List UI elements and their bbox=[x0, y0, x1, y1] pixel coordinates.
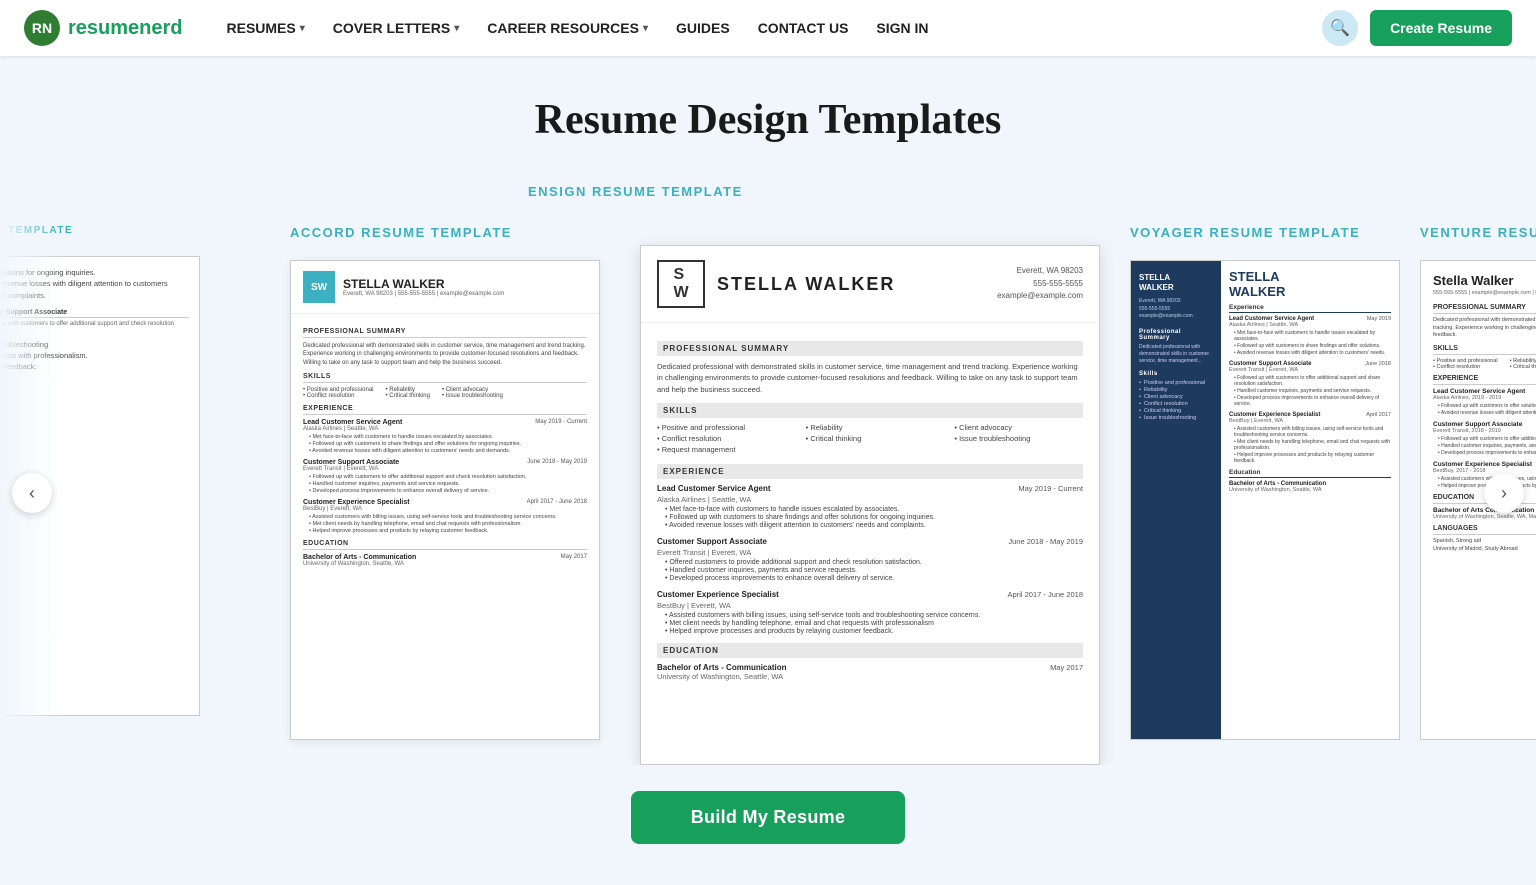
build-resume-button[interactable]: Build My Resume bbox=[631, 791, 906, 844]
chevron-down-icon: ▾ bbox=[643, 23, 648, 34]
ensign-monogram: SW bbox=[657, 260, 705, 308]
accord-monogram: SW bbox=[303, 271, 335, 303]
navbar: RN resumenerd RESUMES ▾ COVER LETTERS ▾ … bbox=[0, 0, 1536, 56]
ensign-body: PROFESSIONAL SUMMARY Dedicated professio… bbox=[641, 323, 1099, 691]
left-partial-label: TEMPLATE bbox=[0, 225, 280, 248]
ensign-template-section[interactable]: SW STELLA WALKER Everett, WA 98203555-55… bbox=[620, 221, 1120, 765]
search-button[interactable]: 🔍 bbox=[1322, 10, 1358, 46]
chevron-down-icon: ▾ bbox=[454, 23, 459, 34]
voyager-main: STELLAWALKER Experience Lead Customer Se… bbox=[1221, 261, 1399, 739]
ensign-label: ENSIGN RESUME TEMPLATE bbox=[528, 184, 1028, 211]
ensign-contact: Everett, WA 98203555-555-5555example@exa… bbox=[997, 265, 1083, 303]
left-partial-template: TEMPLATE ...offer solutions for ongoing … bbox=[0, 221, 280, 716]
search-icon: 🔍 bbox=[1330, 18, 1350, 38]
nav-item-signin[interactable]: SIGN IN bbox=[864, 12, 940, 44]
nav-item-contact[interactable]: CONTACT US bbox=[746, 12, 861, 44]
accord-name: STELLA WALKER bbox=[343, 277, 504, 291]
build-btn-wrap: Build My Resume bbox=[0, 775, 1536, 860]
voyager-card[interactable]: STELLAWALKER Everett, WA 98203555-555-55… bbox=[1130, 260, 1400, 740]
chevron-down-icon: ▾ bbox=[300, 23, 305, 34]
nav-links: RESUMES ▾ COVER LETTERS ▾ CAREER RESOURC… bbox=[215, 12, 1323, 44]
nav-item-guides[interactable]: GUIDES bbox=[664, 12, 742, 44]
accord-card[interactable]: SW STELLA WALKER Everett, WA 98203 | 555… bbox=[290, 260, 600, 740]
voyager-label: VOYAGER RESUME TEMPLATE bbox=[1130, 225, 1410, 252]
svg-text:RN: RN bbox=[32, 20, 52, 36]
logo-text: resumenerd bbox=[68, 17, 183, 40]
logo[interactable]: RN resumenerd bbox=[24, 10, 183, 46]
accord-contact: Everett, WA 98203 | 555-555-5555 | examp… bbox=[343, 291, 504, 297]
ensign-card[interactable]: SW STELLA WALKER Everett, WA 98203555-55… bbox=[640, 245, 1100, 765]
nav-right: 🔍 Create Resume bbox=[1322, 10, 1512, 46]
page-title: Resume Design Templates bbox=[0, 96, 1536, 144]
carousel-next-button[interactable]: › bbox=[1484, 473, 1524, 513]
carousel-prev-button[interactable]: ‹ bbox=[12, 473, 52, 513]
accord-header: SW STELLA WALKER Everett, WA 98203 | 555… bbox=[291, 261, 599, 314]
nav-item-career-resources[interactable]: CAREER RESOURCES ▾ bbox=[475, 12, 660, 44]
ensign-name: STELLA WALKER bbox=[717, 274, 997, 295]
voyager-template-section[interactable]: VOYAGER RESUME TEMPLATE STELLAWALKER Eve… bbox=[1120, 221, 1420, 740]
venture-label: VENTURE RESUME TE... bbox=[1420, 225, 1536, 252]
templates-strip: TEMPLATE ...offer solutions for ongoing … bbox=[0, 221, 1536, 765]
logo-icon: RN bbox=[24, 10, 60, 46]
nav-item-cover-letters[interactable]: COVER LETTERS ▾ bbox=[321, 12, 472, 44]
nav-item-resumes[interactable]: RESUMES ▾ bbox=[215, 12, 317, 44]
voyager-sidebar: STELLAWALKER Everett, WA 98203555-555-55… bbox=[1131, 261, 1221, 739]
ensign-header: SW STELLA WALKER Everett, WA 98203555-55… bbox=[641, 246, 1099, 323]
create-resume-button[interactable]: Create Resume bbox=[1370, 10, 1512, 46]
ensign-name-block: STELLA WALKER bbox=[717, 274, 997, 295]
accord-label: ACCORD RESUME TEMPLATE bbox=[290, 225, 610, 252]
main-content: Resume Design Templates ENSIGN RESUME TE… bbox=[0, 56, 1536, 885]
accord-template-section[interactable]: ACCORD RESUME TEMPLATE SW STELLA WALKER … bbox=[280, 221, 620, 740]
accord-body: PROFESSIONAL SUMMARY Dedicated professio… bbox=[291, 314, 599, 577]
template-carousel: ‹ › TEMPLATE ...offer solutions for ongo… bbox=[0, 221, 1536, 765]
